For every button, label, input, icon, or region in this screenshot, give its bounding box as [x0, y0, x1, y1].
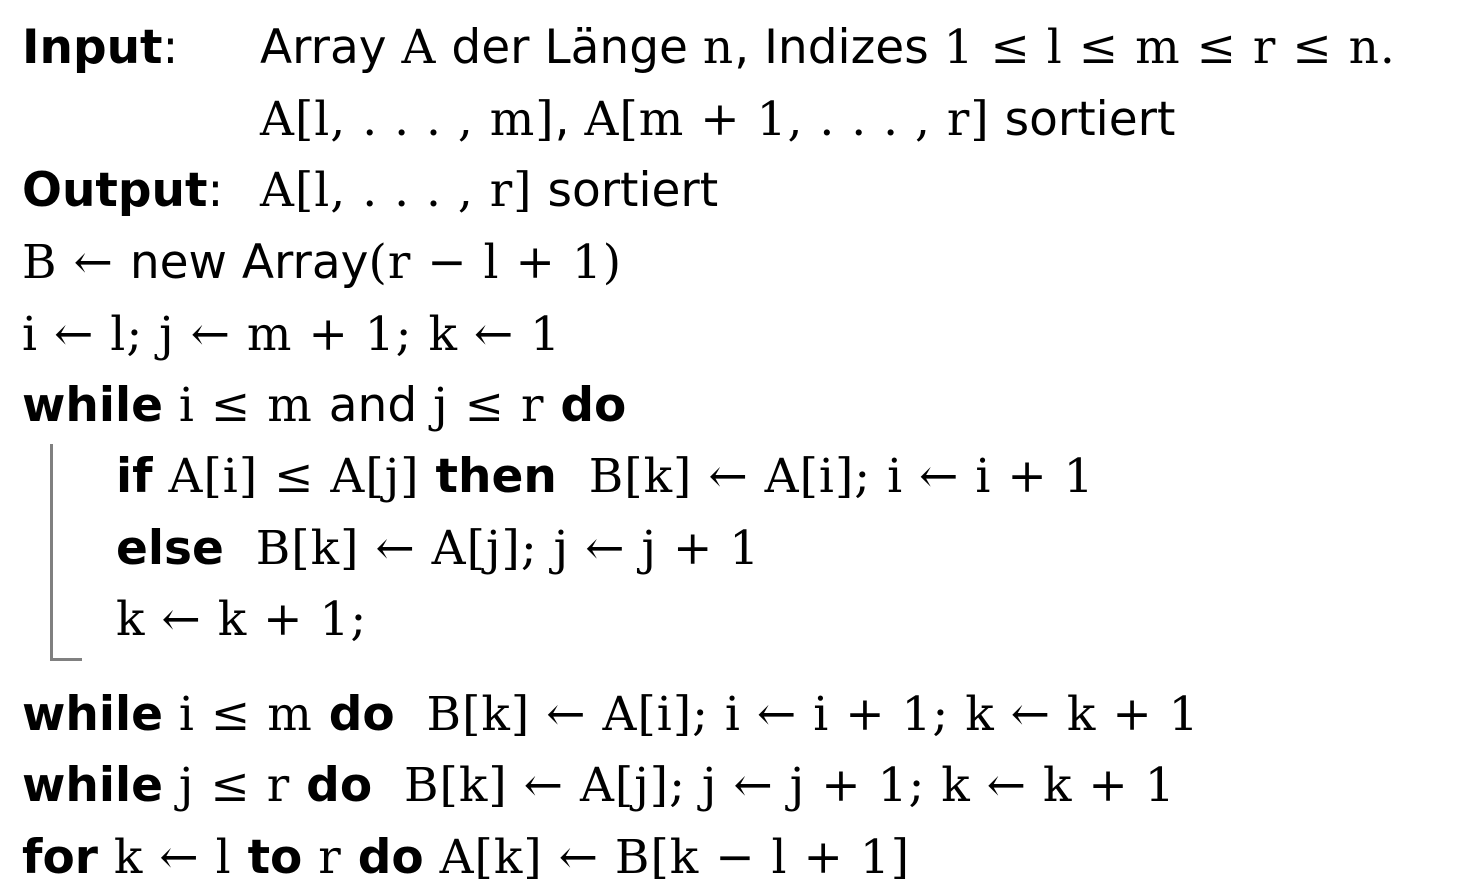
math-text: B ← [22, 235, 130, 290]
input-math: 1 ≤ l ≤ m ≤ r ≤ n. [943, 20, 1396, 75]
math-text: k ← k + 1; [116, 592, 368, 647]
input-line-2: A[l, . . . , m], A[m + 1, . . . , r] sor… [260, 91, 1175, 149]
keyword-else: else [116, 521, 224, 576]
keyword-do: do [357, 830, 424, 885]
keyword-while: while [22, 378, 163, 433]
math-text: (r − l + 1) [368, 235, 623, 290]
math-text: i ≤ m [162, 378, 329, 433]
block-indent-foot [50, 658, 82, 661]
merge-algorithm: Input: Array A der Länge n, Indizes 1 ≤ … [0, 0, 1467, 895]
math-text: B[k] ← A[i]; i ← i + 1 [556, 449, 1095, 504]
keyword-if: if [116, 449, 153, 504]
keyword-do: do [560, 378, 627, 433]
keyword-to: to [247, 830, 303, 885]
keyword-for: for [22, 830, 98, 885]
output-math: A[l, . . . , r] [260, 163, 533, 218]
input-math: A[l, . . . , m] [260, 92, 555, 147]
output-line: A[l, . . . , r] sortiert [260, 162, 718, 220]
block-indent-bar [50, 444, 53, 661]
line-init: i ← l; j ← m + 1; k ← 1 [22, 306, 561, 364]
math-text: i ← l; j ← m + 1; k ← 1 [22, 307, 562, 362]
output-text: sortiert [532, 163, 719, 218]
math-text: j ≤ r [417, 378, 561, 433]
input-text: , Indizes [734, 20, 944, 75]
input-keyword: Input [22, 20, 163, 75]
input-math: n [702, 20, 735, 75]
line-allocate-b: B ← new Array(r − l + 1) [22, 234, 622, 292]
input-math: A [401, 20, 437, 75]
line-if: if A[i] ≤ A[j] then B[k] ← A[i]; i ← i +… [116, 448, 1095, 506]
math-text: B[k] ← A[j]; j ← j + 1; k ← k + 1 [372, 758, 1176, 813]
plain-text: new Array [129, 235, 369, 290]
math-text: i ≤ m [162, 687, 329, 742]
input-line-1: Array A der Länge n, Indizes 1 ≤ l ≤ m ≤… [260, 19, 1396, 77]
input-text: sortiert [989, 92, 1176, 147]
input-text: der Länge [436, 20, 703, 75]
line-while-main: while i ≤ m and j ≤ r do [22, 377, 626, 435]
line-for-copy: for k ← l to r do A[k] ← B[k − l + 1] [22, 829, 910, 887]
math-text: k ← l [97, 830, 248, 885]
input-text: Array [260, 20, 402, 75]
math-text: B[k] ← A[j]; j ← j + 1 [223, 521, 761, 576]
math-text: A[k] ← B[k − l + 1] [423, 830, 911, 885]
input-label: Input: [22, 19, 178, 77]
line-else: else B[k] ← A[j]; j ← j + 1 [116, 520, 760, 578]
output-keyword: Output [22, 163, 208, 218]
plain-text: and [328, 378, 418, 433]
keyword-while: while [22, 687, 163, 742]
math-text: j ≤ r [162, 758, 307, 813]
input-colon: : [162, 20, 179, 75]
line-while-rest-right: while j ≤ r do B[k] ← A[j]; j ← j + 1; k… [22, 757, 1176, 815]
keyword-do: do [306, 758, 373, 813]
line-while-rest-left: while i ≤ m do B[k] ← A[i]; i ← i + 1; k… [22, 686, 1200, 744]
output-colon: : [207, 163, 224, 218]
line-increment-k: k ← k + 1; [116, 591, 367, 649]
math-text: B[k] ← A[i]; i ← i + 1; k ← k + 1 [394, 687, 1200, 742]
input-math: A[m + 1, . . . , r] [584, 92, 990, 147]
output-label: Output: [22, 162, 223, 220]
keyword-while: while [22, 758, 163, 813]
keyword-then: then [435, 449, 557, 504]
math-text: A[i] ≤ A[j] [152, 449, 436, 504]
input-text: , [554, 92, 585, 147]
keyword-do: do [328, 687, 395, 742]
math-text: r [302, 830, 358, 885]
